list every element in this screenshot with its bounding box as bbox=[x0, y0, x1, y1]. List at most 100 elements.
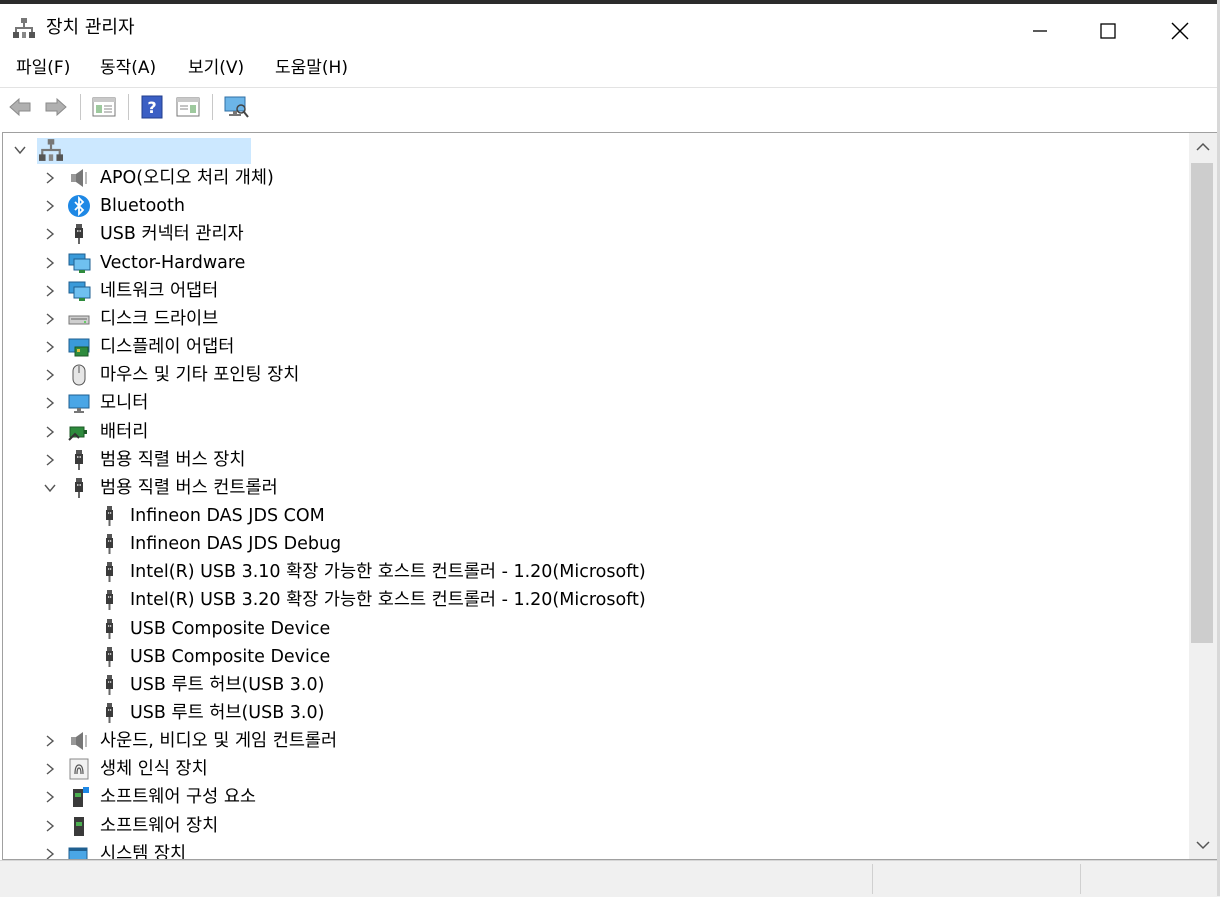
expand-chevron-icon[interactable] bbox=[43, 396, 57, 410]
expand-chevron-icon[interactable] bbox=[43, 368, 57, 382]
help-button[interactable]: ? bbox=[138, 94, 166, 120]
tree-device-label: USB Composite Device bbox=[130, 646, 331, 667]
title-bar[interactable]: 장치 관리자 bbox=[0, 4, 1220, 50]
tree-category-node[interactable]: USB 커넥터 관리자 bbox=[3, 220, 1183, 248]
expand-chevron-icon[interactable] bbox=[43, 762, 57, 776]
device-tree[interactable]: APO(오디오 처리 개체) Bluetooth USB 커넥터 관리자 Vector… bbox=[2, 132, 1218, 860]
minimize-icon bbox=[1033, 30, 1047, 32]
disk-drive-icon bbox=[68, 315, 90, 325]
tree-category-node[interactable]: 소프트웨어 구성 요소 bbox=[3, 783, 1183, 811]
tree-device-node[interactable]: Infineon DAS JDS Debug bbox=[3, 530, 1183, 558]
expand-chevron-icon[interactable] bbox=[43, 847, 57, 860]
expand-chevron-icon[interactable] bbox=[43, 284, 57, 298]
bluetooth-icon bbox=[68, 195, 90, 218]
tree-device-node[interactable]: Infineon DAS JDS COM bbox=[3, 502, 1183, 530]
close-button[interactable] bbox=[1144, 8, 1216, 54]
scrollbar-thumb[interactable] bbox=[1191, 163, 1213, 643]
expand-chevron-icon[interactable] bbox=[43, 790, 57, 804]
usb-device-icon bbox=[106, 618, 113, 639]
collapse-chevron-icon[interactable] bbox=[43, 481, 57, 495]
expand-chevron-icon[interactable] bbox=[43, 312, 57, 326]
tree-category-node[interactable]: 범용 직렬 버스 컨트롤러 bbox=[3, 474, 1183, 502]
minimize-button[interactable] bbox=[1004, 8, 1076, 54]
tree-category-node[interactable]: 모니터 bbox=[3, 389, 1183, 417]
tree-category-node[interactable]: Bluetooth bbox=[3, 192, 1183, 220]
expand-chevron-icon[interactable] bbox=[43, 340, 57, 354]
tree-category-node[interactable]: 네트워크 어댑터 bbox=[3, 277, 1183, 305]
tree-device-node[interactable]: USB 루트 허브(USB 3.0) bbox=[3, 671, 1183, 699]
tree-category-node[interactable]: 디스플레이 어댑터 bbox=[3, 333, 1183, 361]
svg-text:?: ? bbox=[147, 98, 156, 117]
tree-device-node[interactable]: USB 루트 허브(USB 3.0) bbox=[3, 699, 1183, 727]
tree-device-node[interactable]: USB Composite Device bbox=[3, 615, 1183, 643]
selection-highlight bbox=[37, 138, 251, 164]
toolbar-separator bbox=[80, 94, 81, 120]
maximize-button[interactable] bbox=[1072, 8, 1144, 54]
tree-category-node[interactable]: 범용 직렬 버스 장치 bbox=[3, 446, 1183, 474]
tree-category-label: 소프트웨어 장치 bbox=[100, 815, 219, 836]
back-button[interactable] bbox=[6, 94, 34, 120]
fingerprint-icon bbox=[69, 758, 89, 780]
menu-help[interactable]: 도움말(H) bbox=[275, 57, 348, 79]
expand-chevron-icon[interactable] bbox=[43, 734, 57, 748]
collapse-chevron-icon[interactable] bbox=[13, 143, 27, 157]
menu-file[interactable]: 파일(F) bbox=[16, 57, 70, 79]
tree-category-node[interactable]: 배터리 bbox=[3, 418, 1183, 446]
scroll-up-button[interactable] bbox=[1189, 133, 1217, 161]
tree-category-label: 시스템 장치 bbox=[100, 843, 187, 860]
menu-bar: 파일(F) 동작(A) 보기(V) 도움말(H) bbox=[0, 50, 1220, 86]
tree-device-node[interactable]: USB Composite Device bbox=[3, 643, 1183, 671]
software-component-icon bbox=[73, 787, 89, 808]
properties-button[interactable] bbox=[174, 94, 202, 120]
menu-action[interactable]: 동작(A) bbox=[100, 57, 156, 79]
usb-device-icon bbox=[106, 562, 113, 583]
menu-view[interactable]: 보기(V) bbox=[188, 57, 244, 79]
scroll-down-button[interactable] bbox=[1189, 831, 1217, 859]
expand-chevron-icon[interactable] bbox=[43, 819, 57, 833]
expand-chevron-icon[interactable] bbox=[43, 227, 57, 241]
tree-category-node[interactable]: 디스크 드라이브 bbox=[3, 305, 1183, 333]
status-bar bbox=[0, 860, 1220, 897]
tree-category-node[interactable]: 생체 인식 장치 bbox=[3, 755, 1183, 783]
tree-device-label: Intel(R) USB 3.20 확장 가능한 호스트 컨트롤러 - 1.20… bbox=[130, 590, 646, 611]
usb-device-icon bbox=[106, 674, 113, 695]
vertical-scrollbar[interactable] bbox=[1189, 133, 1217, 859]
show-hide-console-tree-button[interactable] bbox=[90, 94, 118, 120]
toolbar-separator bbox=[128, 94, 129, 120]
expand-chevron-icon[interactable] bbox=[43, 453, 57, 467]
display-adapter-icon bbox=[68, 338, 90, 357]
scan-hardware-button[interactable] bbox=[222, 94, 250, 120]
expand-chevron-icon[interactable] bbox=[43, 199, 57, 213]
usb-plug-icon bbox=[75, 477, 83, 498]
tree-category-node[interactable]: 시스템 장치 bbox=[3, 840, 1183, 860]
expand-chevron-icon[interactable] bbox=[43, 425, 57, 439]
forward-arrow-icon bbox=[45, 97, 67, 117]
usb-device-icon bbox=[106, 703, 113, 723]
maximize-icon bbox=[1100, 23, 1116, 39]
tree-category-node[interactable]: 마우스 및 기타 포인팅 장치 bbox=[3, 361, 1183, 389]
forward-button[interactable] bbox=[42, 94, 70, 120]
tree-category-label: 사운드, 비디오 및 게임 컨트롤러 bbox=[100, 731, 338, 752]
back-arrow-icon bbox=[9, 97, 31, 117]
tree-device-label: Intel(R) USB 3.10 확장 가능한 호스트 컨트롤러 - 1.20… bbox=[130, 562, 646, 583]
window-title: 장치 관리자 bbox=[46, 17, 135, 38]
status-divider bbox=[1080, 864, 1081, 894]
expand-chevron-icon[interactable] bbox=[43, 171, 57, 185]
tree-device-node[interactable]: Intel(R) USB 3.20 확장 가능한 호스트 컨트롤러 - 1.20… bbox=[3, 586, 1183, 614]
properties-icon bbox=[176, 97, 200, 117]
tree-device-node[interactable]: Intel(R) USB 3.10 확장 가능한 호스트 컨트롤러 - 1.20… bbox=[3, 558, 1183, 586]
tree-category-node[interactable]: 소프트웨어 장치 bbox=[3, 812, 1183, 840]
properties-pane-icon bbox=[92, 97, 116, 117]
usb-device-icon bbox=[106, 646, 113, 667]
tree-category-label: 배터리 bbox=[100, 421, 149, 442]
tree-category-node[interactable]: 사운드, 비디오 및 게임 컨트롤러 bbox=[3, 727, 1183, 755]
tree-category-node[interactable]: APO(오디오 처리 개체) bbox=[3, 164, 1183, 192]
expand-chevron-icon[interactable] bbox=[43, 256, 57, 270]
usb-device-icon bbox=[106, 505, 113, 526]
toolbar: ? bbox=[0, 87, 1220, 126]
usb-device-icon bbox=[106, 534, 113, 555]
tree-root-node[interactable] bbox=[3, 136, 1183, 164]
tree-category-node[interactable]: Vector-Hardware bbox=[3, 249, 1183, 277]
tree-category-label: 생체 인식 장치 bbox=[100, 759, 208, 780]
tree-category-label: 범용 직렬 버스 컨트롤러 bbox=[100, 477, 278, 498]
